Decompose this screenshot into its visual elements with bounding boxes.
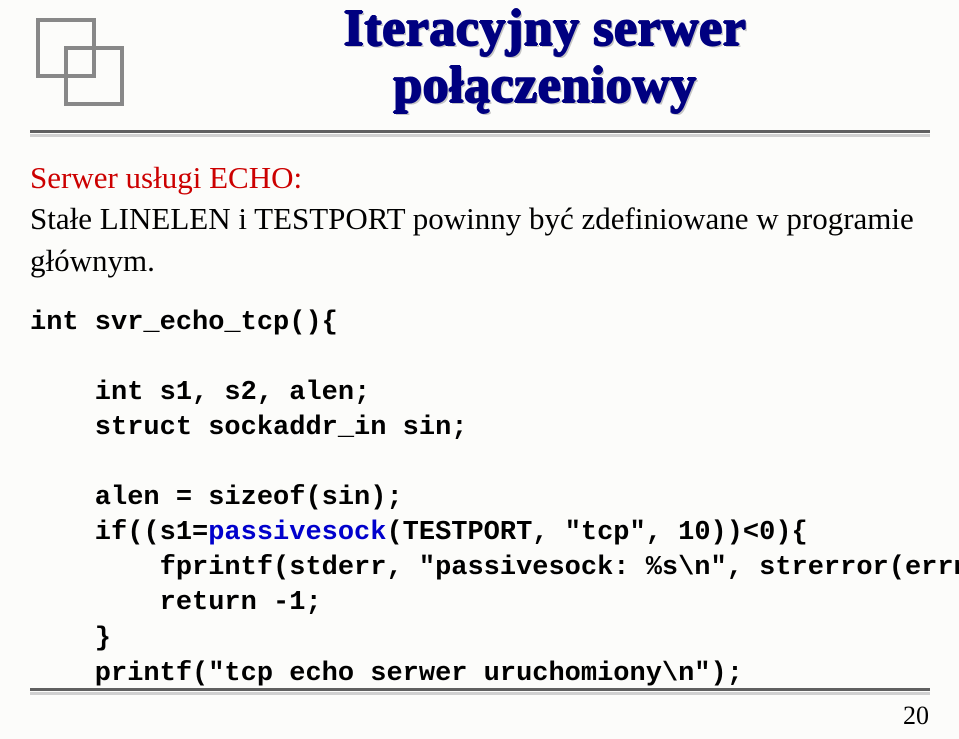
code-fn-passivesock: passivesock xyxy=(208,518,386,548)
title-line-2: połączeniowy xyxy=(165,57,925,114)
code-line: } xyxy=(30,624,111,654)
title-line-1: Iteracyjny serwer xyxy=(165,0,925,57)
code-line: printf("tcp echo serwer uruchomiony\n"); xyxy=(30,659,743,689)
slide-title: Iteracyjny serwer połączeniowy xyxy=(165,0,925,114)
code-line: int svr_echo_tcp(){ xyxy=(30,308,338,338)
page-number: 20 xyxy=(903,701,929,731)
code-line: return -1; xyxy=(30,588,322,618)
code-line: alen = sizeof(sin); xyxy=(30,483,403,513)
code-line: struct sockaddr_in sin; xyxy=(30,413,467,443)
code-line: (TESTPORT, "tcp", 10))<0){ xyxy=(386,518,807,548)
title-divider xyxy=(30,130,930,137)
code-block: int svr_echo_tcp(){ int s1, s2, alen; st… xyxy=(30,306,930,692)
code-line: fprintf(stderr, "passivesock: %s\n", str… xyxy=(30,553,959,583)
echo-label: Serwer usługi ECHO: xyxy=(30,160,930,196)
footer-divider xyxy=(30,688,930,695)
code-line: int s1, s2, alen; xyxy=(30,378,370,408)
slide-icon xyxy=(30,12,130,112)
code-line: if((s1= xyxy=(30,518,208,548)
echo-description: Stałe LINELEN i TESTPORT powinny być zde… xyxy=(30,198,930,282)
slide-content: Serwer usługi ECHO: Stałe LINELEN i TEST… xyxy=(30,160,930,692)
